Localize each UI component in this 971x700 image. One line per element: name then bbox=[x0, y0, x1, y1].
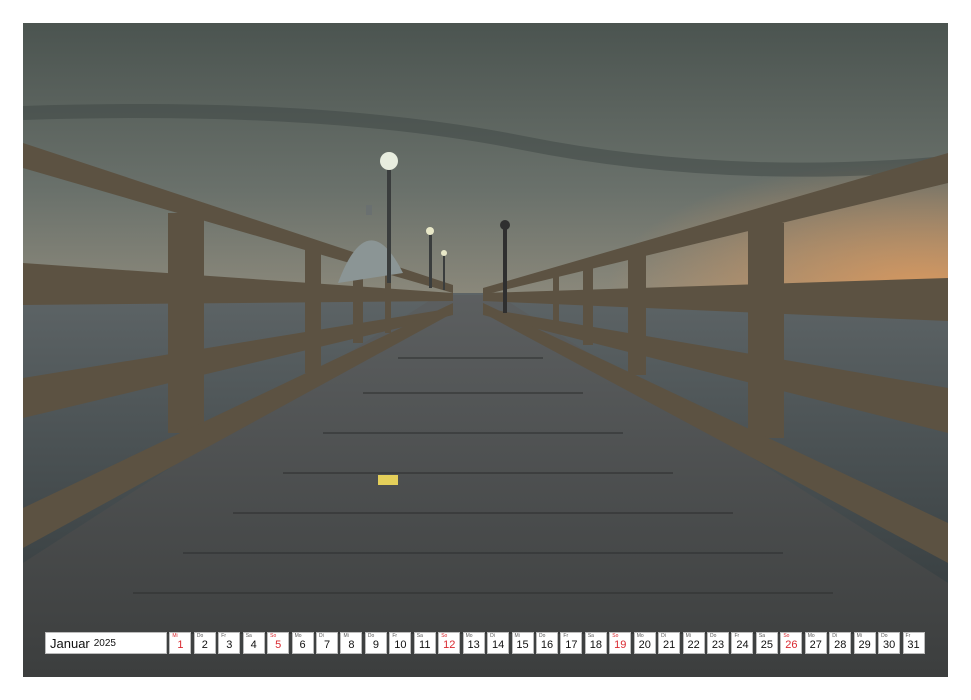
day-number: 2 bbox=[201, 639, 208, 651]
day-cell: Fr 31 bbox=[902, 632, 925, 654]
day-cell: Sa 4 bbox=[242, 632, 265, 654]
pier-photo bbox=[23, 23, 948, 677]
year: 2025 bbox=[93, 637, 116, 649]
day-number: 25 bbox=[760, 639, 774, 651]
day-cell: Di 14 bbox=[487, 632, 510, 654]
calendar-strip: Januar 2025 Mi 1 Do 2 Fr 3 Sa 4 So 5 Mo 6 Di 7 Mi 8 Do 9 F… bbox=[45, 632, 925, 654]
lamp-reflection bbox=[378, 475, 398, 485]
pier-photo-illustration bbox=[23, 23, 948, 677]
day-cell: So 26 bbox=[780, 632, 803, 654]
day-cell: Fr 10 bbox=[389, 632, 412, 654]
day-number: 18 bbox=[589, 639, 602, 651]
day-number: 5 bbox=[275, 639, 282, 651]
day-number: 27 bbox=[809, 639, 822, 651]
day-number: 4 bbox=[250, 639, 257, 651]
day-cell: Do 16 bbox=[535, 632, 558, 654]
day-number: 9 bbox=[372, 639, 379, 651]
month-label-box: Januar 2025 bbox=[45, 632, 167, 654]
day-cell: Sa 18 bbox=[584, 632, 607, 654]
day-number: 13 bbox=[467, 639, 480, 651]
day-number: 30 bbox=[882, 639, 896, 651]
day-number: 21 bbox=[663, 639, 676, 651]
day-number: 8 bbox=[348, 639, 355, 651]
day-number: 28 bbox=[834, 639, 847, 651]
day-cell: Mi 22 bbox=[682, 632, 705, 654]
day-cell: So 19 bbox=[609, 632, 632, 654]
day-cell: So 12 bbox=[438, 632, 461, 654]
day-cell: Mi 15 bbox=[511, 632, 534, 654]
day-number: 11 bbox=[419, 639, 431, 651]
month-name: Januar bbox=[50, 635, 90, 651]
day-number: 10 bbox=[394, 639, 407, 651]
day-cell: Do 2 bbox=[193, 632, 216, 654]
day-number: 20 bbox=[638, 639, 651, 651]
day-cell: Di 21 bbox=[658, 632, 681, 654]
day-number: 1 bbox=[177, 639, 184, 651]
day-number: 29 bbox=[858, 639, 871, 651]
day-cell: Do 23 bbox=[707, 632, 730, 654]
day-cell: Fr 24 bbox=[731, 632, 754, 654]
day-cell: Sa 25 bbox=[755, 632, 778, 654]
day-number: 24 bbox=[736, 639, 749, 651]
day-cell: Mo 27 bbox=[804, 632, 827, 654]
day-number: 15 bbox=[516, 639, 529, 651]
day-cells: Mi 1 Do 2 Fr 3 Sa 4 So 5 Mo 6 Di 7 Mi 8 Do 9 Fr 10 Sa 11 So 12 M… bbox=[169, 632, 925, 654]
day-cell: So 5 bbox=[267, 632, 290, 654]
day-number: 6 bbox=[299, 639, 306, 651]
day-cell: Fr 17 bbox=[560, 632, 583, 654]
day-number: 17 bbox=[565, 639, 578, 651]
day-cell: Fr 3 bbox=[218, 632, 241, 654]
day-number: 14 bbox=[491, 639, 505, 651]
day-number: 3 bbox=[226, 639, 233, 651]
day-cell: Mo 6 bbox=[291, 632, 314, 654]
day-cell: Mo 20 bbox=[633, 632, 656, 654]
day-cell: Mi 1 bbox=[169, 632, 192, 654]
day-cell: Mo 13 bbox=[462, 632, 485, 654]
day-number: 19 bbox=[614, 639, 627, 651]
day-cell: Di 28 bbox=[829, 632, 852, 654]
day-cell: Mi 29 bbox=[853, 632, 876, 654]
day-cell: Sa 11 bbox=[413, 632, 436, 654]
day-cell: Di 7 bbox=[316, 632, 339, 654]
day-cell: Mi 8 bbox=[340, 632, 363, 654]
day-cell: Do 30 bbox=[878, 632, 901, 654]
day-number: 7 bbox=[323, 639, 331, 651]
day-cell: Do 9 bbox=[364, 632, 387, 654]
day-number: 22 bbox=[687, 639, 700, 651]
day-number: 23 bbox=[711, 639, 725, 651]
day-number: 26 bbox=[785, 639, 798, 651]
day-number: 16 bbox=[540, 639, 554, 651]
day-number: 31 bbox=[907, 639, 920, 651]
day-number: 12 bbox=[443, 639, 456, 651]
